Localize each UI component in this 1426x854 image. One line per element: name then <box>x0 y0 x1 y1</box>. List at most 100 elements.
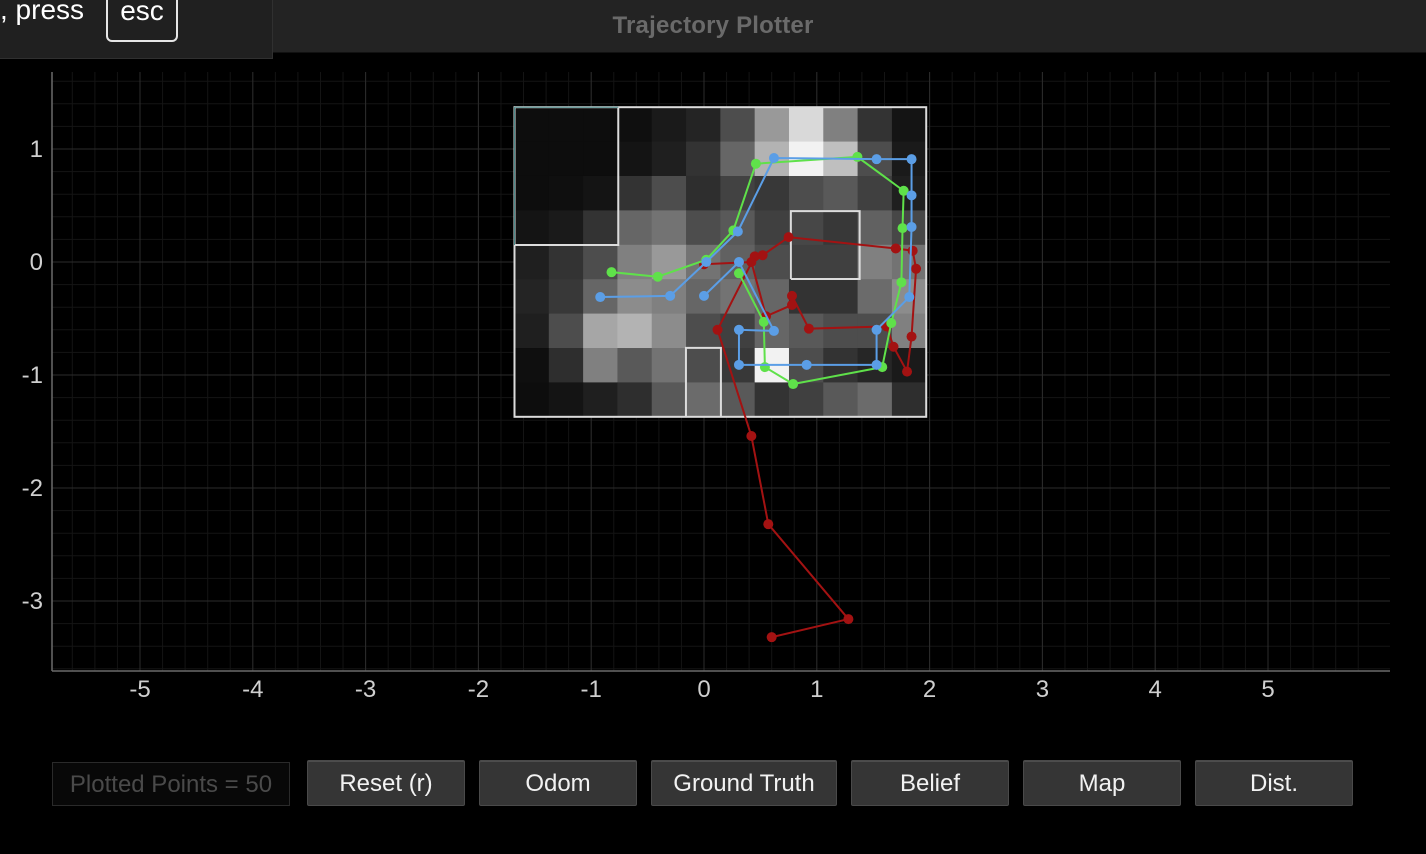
odom-point <box>763 519 774 530</box>
belief-point <box>733 359 744 370</box>
map-cell <box>686 175 721 211</box>
map-cell <box>583 313 618 349</box>
belief-point <box>665 290 676 301</box>
map-cell <box>686 141 721 177</box>
map-cell <box>686 348 721 383</box>
map-cell <box>514 382 550 418</box>
belief-button[interactable]: Belief <box>851 760 1009 806</box>
map-cell <box>823 382 859 418</box>
map-cell <box>617 107 653 143</box>
map-cell <box>891 382 927 418</box>
x-tick-label: -2 <box>468 676 489 703</box>
map-cell <box>583 175 618 211</box>
ground-truth-point <box>897 223 908 234</box>
map-cell <box>754 244 790 280</box>
map-cell <box>823 244 859 280</box>
plotted-points-counter: Plotted Points = 50 <box>52 762 290 806</box>
map-button[interactable]: Map <box>1023 760 1181 806</box>
odom-point <box>712 324 723 335</box>
odom-point <box>843 614 854 625</box>
map-cell <box>548 141 584 177</box>
belief-point <box>801 359 812 370</box>
map-cell <box>548 244 584 280</box>
map-cell <box>788 175 824 211</box>
map-cell <box>788 107 824 143</box>
map-cell <box>754 382 790 418</box>
reset-button[interactable]: Reset (r) <box>307 760 465 806</box>
map-cell <box>514 313 550 349</box>
hint-text: , press <box>0 0 85 25</box>
map-cell <box>720 107 756 143</box>
map-cell <box>857 210 893 246</box>
x-tick-label: 2 <box>923 676 936 703</box>
trajectory-plot: -5 -4 -3 -2 -1 0 1 2 3 4 5 1 0 -1 -2 -3 <box>22 72 1390 703</box>
map-cell <box>514 210 550 246</box>
map-cell <box>788 244 824 280</box>
map-cell <box>548 175 584 211</box>
map-cell <box>617 313 653 349</box>
map-cell <box>617 175 653 211</box>
y-tick-label: -2 <box>22 475 43 502</box>
map-cell <box>720 141 756 177</box>
esc-key-badge: esc <box>106 0 178 42</box>
map-cell <box>857 382 893 418</box>
map-cell <box>514 348 550 383</box>
map-cell <box>686 107 721 143</box>
map-cell <box>651 175 687 211</box>
ground-truth-point <box>606 267 617 278</box>
map-cell <box>651 210 687 246</box>
ground-truth-point <box>852 151 863 162</box>
map-cell <box>514 141 550 177</box>
belief-point <box>733 324 744 335</box>
map-cell <box>891 313 927 349</box>
belief-point <box>906 190 917 201</box>
odom-point <box>757 250 768 261</box>
map-cell <box>514 175 550 211</box>
belief-point <box>732 226 743 237</box>
map-cell <box>857 244 893 280</box>
map-cell <box>548 382 584 418</box>
ground-truth-point <box>759 362 770 373</box>
odom-point <box>766 632 777 643</box>
map-cell <box>823 107 859 143</box>
belief-point <box>701 257 712 267</box>
y-tick-label: 0 <box>30 249 43 276</box>
belief-point <box>871 359 882 370</box>
odom-point <box>890 243 901 254</box>
map-cell <box>617 348 653 383</box>
ground-truth-point <box>750 158 761 169</box>
keyboard-hint-overlay: , press esc <box>0 0 273 59</box>
y-tick-label: -1 <box>22 362 43 389</box>
odom-point <box>783 232 794 243</box>
odom-point <box>786 290 797 301</box>
map-cell <box>514 279 550 315</box>
x-tick-label: 0 <box>697 676 710 703</box>
dist-button[interactable]: Dist. <box>1195 760 1353 806</box>
belief-point <box>595 292 606 303</box>
belief-point <box>906 221 917 232</box>
map-cell <box>583 141 618 177</box>
belief-point <box>904 292 915 303</box>
map-cell <box>548 107 584 143</box>
odom-point <box>746 257 757 267</box>
map-cell <box>823 313 859 349</box>
map-cell <box>617 382 653 418</box>
x-tick-label: -1 <box>581 676 602 703</box>
map-cell <box>651 141 687 177</box>
map-cell <box>823 175 859 211</box>
map-cell <box>823 279 859 315</box>
ground-truth-button[interactable]: Ground Truth <box>651 760 837 806</box>
map-cell <box>548 348 584 383</box>
map-cell <box>823 210 859 246</box>
map-cell <box>583 107 618 143</box>
map-cell <box>857 107 893 143</box>
map-cell <box>857 175 893 211</box>
odom-point <box>911 263 922 274</box>
map-cell <box>583 210 618 246</box>
odom-point <box>746 431 757 442</box>
odom-button[interactable]: Odom <box>479 760 637 806</box>
belief-point <box>699 290 709 301</box>
x-tick-label: -4 <box>242 676 263 703</box>
map-cell <box>857 279 893 315</box>
odom-point <box>888 341 899 352</box>
